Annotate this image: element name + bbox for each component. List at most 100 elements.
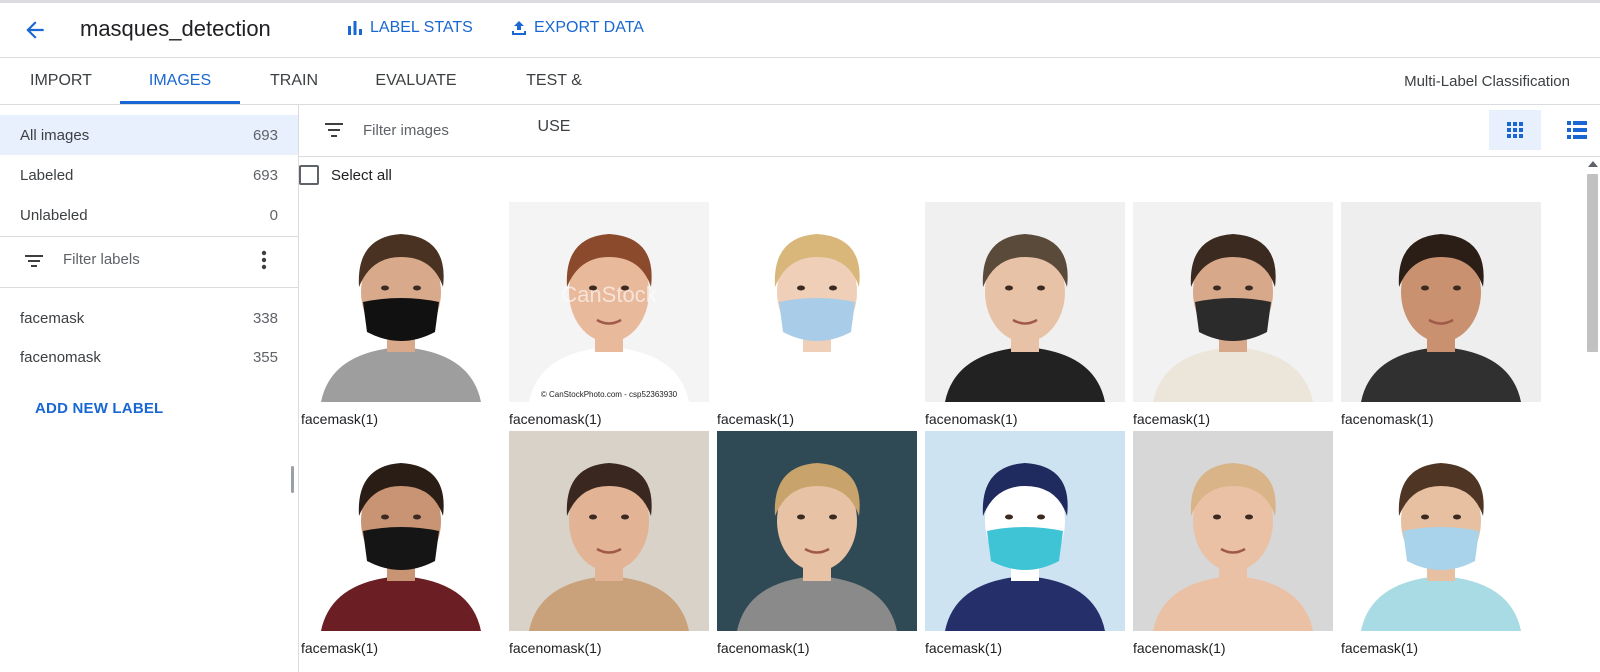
tab-import[interactable]: IMPORT [30, 58, 92, 105]
image-thumbnail[interactable] [925, 202, 1125, 402]
eye [381, 285, 389, 291]
image-tile[interactable]: facemask(1) [301, 202, 501, 432]
filter-labels-bar: Filter labels [0, 237, 298, 285]
eye [1245, 285, 1253, 291]
portrait-image [1341, 431, 1541, 631]
filter-images-input[interactable]: Filter images [363, 122, 449, 139]
export-data-button[interactable]: EXPORT DATA [510, 19, 644, 37]
more-vert-icon[interactable] [254, 249, 274, 271]
tab-evaluate[interactable]: EVALUATE [369, 58, 463, 105]
image-label-caption: facemask(1) [301, 411, 379, 427]
image-tile[interactable]: facemask(1) [301, 431, 501, 661]
divider [0, 287, 298, 288]
image-tile[interactable]: facenomask(1) [1341, 202, 1541, 432]
eye [381, 514, 389, 520]
eye [797, 514, 805, 520]
image-tile[interactable]: facemask(1) [925, 431, 1125, 661]
filter-list-icon [25, 255, 43, 267]
label-count: 338 [252, 310, 278, 327]
image-label-caption: facenomask(1) [1133, 640, 1226, 656]
eye [413, 285, 421, 291]
eye [1213, 514, 1221, 520]
label-name: facemask [20, 310, 85, 327]
filter-label: Labeled [20, 167, 74, 184]
image-thumbnail[interactable] [717, 202, 917, 402]
eye [1005, 514, 1013, 520]
select-all-checkbox[interactable] [299, 165, 319, 185]
portrait-image [925, 431, 1125, 631]
image-label-caption: facenomask(1) [509, 411, 602, 427]
eye [1213, 285, 1221, 291]
image-thumbnail[interactable] [1341, 431, 1541, 631]
add-new-label-button[interactable]: ADD NEW LABEL [35, 400, 163, 417]
portrait-image [509, 431, 709, 631]
filter-count: 693 [252, 167, 278, 184]
image-thumbnail[interactable] [1133, 202, 1333, 402]
image-thumbnail[interactable] [717, 431, 917, 631]
image-tile[interactable]: facenomask(1) [717, 431, 917, 661]
watermark-text: CanStock [561, 282, 657, 307]
back-button[interactable] [22, 17, 48, 43]
eye [589, 514, 597, 520]
arrow-left-icon [26, 21, 44, 39]
image-tile[interactable]: facemask(1) [1133, 202, 1333, 432]
label-item-facemask[interactable]: facemask 338 [0, 298, 298, 338]
portrait-image [301, 202, 501, 402]
eye [413, 514, 421, 520]
image-tile[interactable]: facemask(1) [717, 202, 917, 432]
tab-bar: IMPORT IMAGES TRAIN EVALUATE TEST & USE … [0, 58, 1600, 135]
image-tile[interactable]: facenomask(1) [1133, 431, 1333, 661]
filter-unlabeled[interactable]: Unlabeled 0 [0, 195, 298, 235]
portrait-image [1133, 202, 1333, 402]
portrait-image [717, 202, 917, 402]
filter-images-bar: Filter images [299, 105, 1600, 157]
image-tile[interactable]: facenomask(1) [925, 202, 1125, 432]
label-item-facenomask[interactable]: facenomask 355 [0, 337, 298, 377]
label-name: facenomask [20, 349, 101, 366]
image-thumbnail[interactable] [1133, 431, 1333, 631]
face-mask [1195, 298, 1271, 341]
tab-train[interactable]: TRAIN [264, 58, 324, 105]
grid-view-button[interactable] [1489, 110, 1541, 150]
filter-count: 0 [269, 207, 278, 224]
image-label-caption: facemask(1) [925, 640, 1003, 656]
eye [1037, 514, 1045, 520]
list-view-button[interactable] [1557, 110, 1597, 150]
filter-labels-input[interactable]: Filter labels [63, 251, 140, 268]
face-mask [363, 527, 439, 570]
sidebar-resize-handle[interactable] [291, 466, 294, 493]
upload-icon [512, 21, 526, 35]
image-thumbnail[interactable] [1341, 202, 1541, 402]
tab-images[interactable]: IMAGES [120, 58, 240, 105]
image-tile[interactable]: facemask(1) [1341, 431, 1541, 661]
select-all[interactable]: Select all [299, 164, 392, 186]
portrait-image [925, 202, 1125, 402]
image-thumbnail[interactable]: CanStock © CanStockPhoto.com - csp5236393… [509, 202, 709, 402]
eye [1421, 514, 1429, 520]
image-thumbnail[interactable] [301, 202, 501, 402]
filter-count: 693 [252, 127, 278, 144]
label-stats-label: LABEL STATS [370, 19, 473, 36]
portrait-image [717, 431, 917, 631]
export-data-label: EXPORT DATA [534, 19, 644, 36]
portrait-image [1341, 202, 1541, 402]
tab-test-use[interactable]: TEST & USE [509, 58, 599, 135]
scrollbar[interactable] [1584, 157, 1600, 672]
filter-all-images[interactable]: All images 693 [0, 115, 298, 155]
scrollbar-thumb[interactable] [1587, 174, 1598, 352]
filter-labeled[interactable]: Labeled 693 [0, 155, 298, 195]
eye [621, 514, 629, 520]
image-label-caption: facemask(1) [717, 411, 795, 427]
eye [1037, 285, 1045, 291]
app-header: masques_detection LABEL STATS EXPORT DAT… [0, 3, 1600, 58]
face-mask [779, 298, 855, 341]
image-thumbnail[interactable] [925, 431, 1125, 631]
label-stats-button[interactable]: LABEL STATS [346, 19, 473, 37]
image-tile[interactable]: facenomask(1) [509, 431, 709, 661]
eye [797, 285, 805, 291]
image-thumbnail[interactable] [509, 431, 709, 631]
scroll-up-arrow-icon[interactable] [1588, 161, 1598, 167]
image-tile[interactable]: CanStock © CanStockPhoto.com - csp5236393… [509, 202, 709, 432]
image-thumbnail[interactable] [301, 431, 501, 631]
active-tab-indicator [120, 101, 240, 104]
